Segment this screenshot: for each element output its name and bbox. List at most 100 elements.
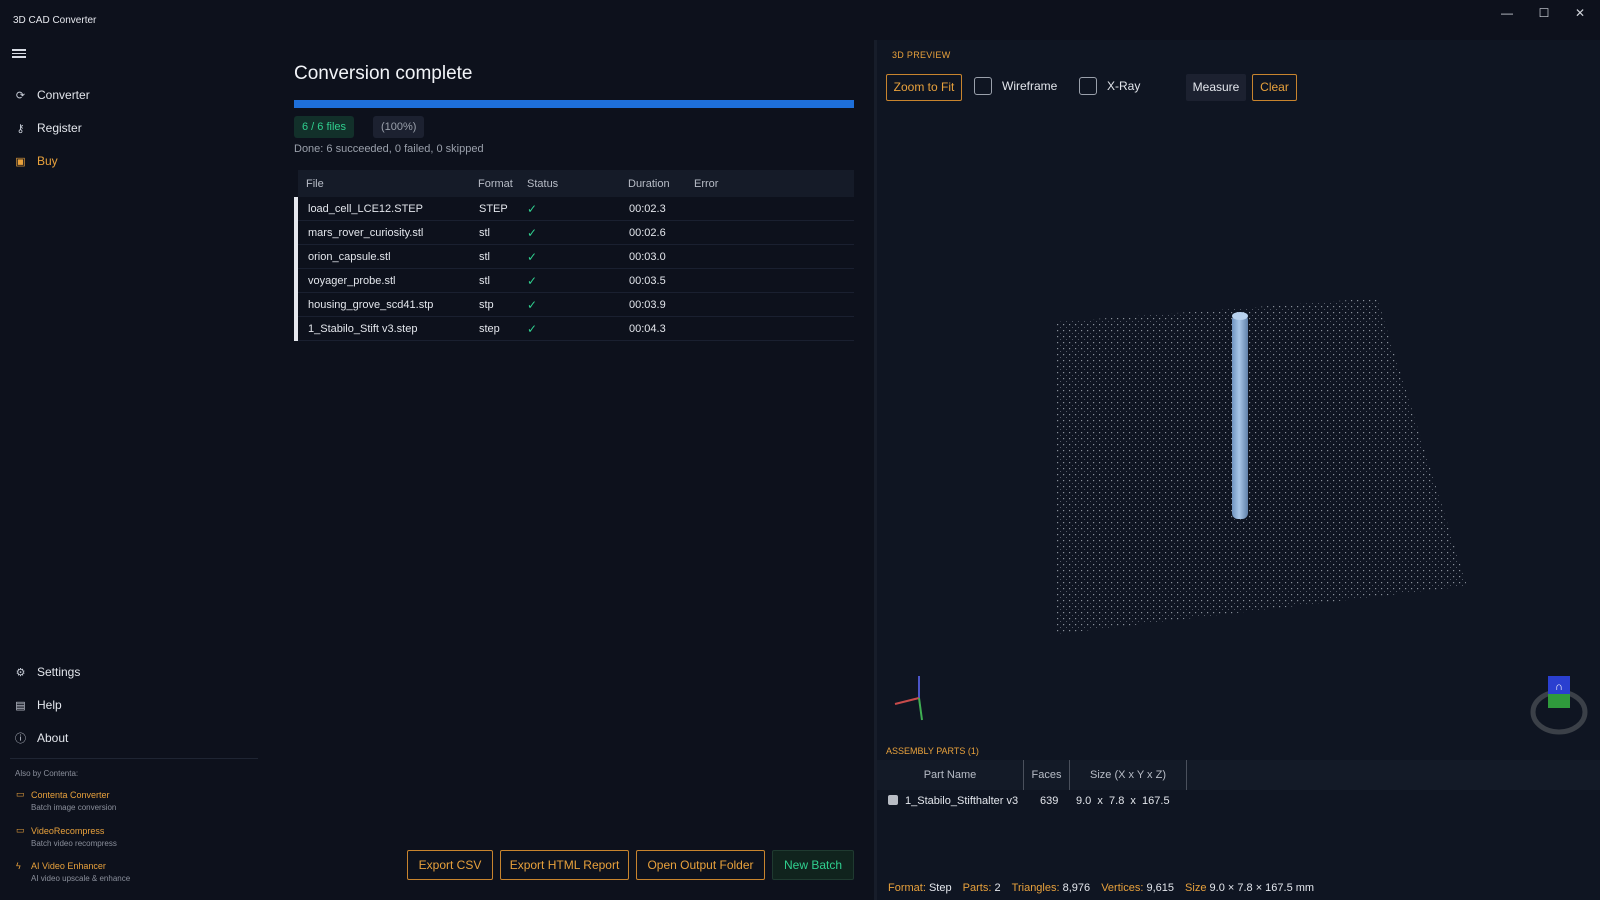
promo-contenta-converter[interactable]: ▭ Contenta Converter Batch image conversi… — [16, 789, 116, 812]
progress-bar-fill — [294, 100, 854, 108]
cell-file: load_cell_LCE12.STEP — [308, 202, 423, 215]
percent-badge: (100%) — [373, 116, 425, 138]
cell-duration: 00:02.6 — [629, 226, 666, 239]
table-header: File Format Status Duration Error — [298, 170, 854, 197]
table-row[interactable]: mars_rover_curiosity.stl stl ✓ 00:02.6 — [298, 221, 854, 245]
promo-subtitle: AI video upscale & enhance — [31, 874, 131, 883]
cell-file: voyager_probe.stl — [308, 274, 396, 287]
cell-file: orion_capsule.stl — [308, 250, 391, 263]
status-vertices-key: Vertices: — [1101, 882, 1144, 894]
cell-duration: 00:03.9 — [629, 298, 666, 311]
cell-format: step — [479, 322, 500, 335]
table-row[interactable]: voyager_probe.stl stl ✓ 00:03.5 — [298, 269, 854, 293]
part-name: 1_Stabilo_Stifthalter v3 — [905, 795, 1019, 807]
check-icon: ✓ — [527, 201, 538, 216]
check-icon: ✓ — [527, 297, 538, 312]
zoom-to-fit-button[interactable]: Zoom to Fit — [886, 74, 962, 101]
book-icon: ▤ — [15, 699, 26, 712]
part-color-swatch[interactable] — [888, 795, 898, 805]
cell-format: STEP — [479, 202, 508, 215]
sidebar-item-label: Converter — [37, 88, 90, 102]
header-faces[interactable]: Faces — [1024, 760, 1070, 790]
table-row[interactable]: orion_capsule.stl stl ✓ 00:03.0 — [298, 245, 854, 269]
status-vertices-value: 9,615 — [1146, 882, 1174, 894]
cell-duration: 00:04.3 — [629, 322, 666, 335]
sidebar-item-label: Help — [37, 698, 62, 712]
files-count-badge: 6 / 6 files — [294, 116, 355, 138]
sidebar-item-settings[interactable]: ⚙ Settings — [14, 662, 81, 682]
promo-videorecompress[interactable]: ▭ VideoRecompress Batch video recompress — [16, 825, 117, 848]
minimize-button[interactable]: — — [1490, 3, 1524, 23]
bag-icon: ▣ — [15, 155, 26, 168]
close-button[interactable]: ✕ — [1563, 3, 1597, 23]
cell-duration: 00:03.5 — [629, 274, 666, 287]
status-size-key: Size — [1185, 882, 1207, 894]
checkbox-box[interactable] — [1079, 77, 1097, 95]
app-title: 3D CAD Converter — [13, 15, 97, 26]
promo-subtitle: Batch video recompress — [31, 839, 117, 848]
status-format-value: Step — [928, 882, 952, 894]
checkbox-box[interactable] — [974, 77, 992, 95]
export-html-report-button[interactable]: Export HTML Report — [500, 850, 629, 880]
table-row[interactable]: housing_grove_scd41.stp stp ✓ 00:03.9 — [298, 293, 854, 317]
hamburger-icon[interactable] — [12, 47, 26, 61]
sidebar-item-register[interactable]: ⚷ Register — [14, 118, 81, 138]
cell-format: stp — [479, 298, 494, 311]
header-size[interactable]: Size (X x Y x Z) — [1070, 760, 1187, 790]
axis-triad — [894, 676, 923, 721]
check-icon: ✓ — [527, 249, 538, 264]
header-part-name[interactable]: Part Name — [877, 760, 1024, 790]
check-icon: ✓ — [527, 321, 538, 336]
sidebar-item-help[interactable]: ▤ Help — [14, 695, 62, 715]
open-output-folder-button[interactable]: Open Output Folder — [636, 850, 765, 880]
status-triangles-value: 8,976 — [1062, 882, 1091, 894]
3d-viewport[interactable]: ∩ — [877, 108, 1600, 738]
status-format-key: Format: — [888, 882, 926, 894]
table-row[interactable]: 1_Stabilo_Stift v3.step step ✓ 00:04.3 — [298, 317, 854, 341]
table-row[interactable]: load_cell_LCE12.STEP STEP ✓ 00:02.3 — [298, 197, 854, 221]
summary-text: Done: 6 succeeded, 0 failed, 0 skipped — [294, 143, 484, 155]
wireframe-checkbox[interactable]: Wireframe — [974, 77, 1057, 95]
cell-duration: 00:03.0 — [629, 250, 666, 263]
assembly-part-row[interactable]: 1_Stabilo_Stifthalter v3 639 9.0 x 7.8 x… — [886, 792, 1586, 812]
sidebar-item-buy[interactable]: ▣ Buy — [14, 151, 57, 171]
measure-button[interactable]: Measure — [1186, 74, 1246, 101]
pen-model — [1232, 314, 1248, 519]
header-file[interactable]: File — [306, 178, 324, 190]
promo-subtitle: Batch image conversion — [31, 803, 117, 812]
status-parts-value: 2 — [994, 882, 1001, 894]
cell-format: stl — [479, 250, 490, 263]
sidebar-item-about[interactable]: ⓘ About — [14, 728, 68, 748]
sidebar-item-converter[interactable]: ⟳ Converter — [14, 85, 90, 105]
assembly-count: (1) — [967, 746, 979, 756]
promo-title: AI Video Enhancer — [31, 861, 106, 871]
key-icon: ⚷ — [16, 122, 25, 135]
header-format[interactable]: Format — [478, 178, 513, 190]
export-csv-button[interactable]: Export CSV — [407, 850, 493, 880]
promo-ai-video-enhancer[interactable]: ϟ AI Video Enhancer AI video upscale & en… — [16, 861, 130, 883]
header-error[interactable]: Error — [694, 178, 718, 190]
maximize-button[interactable]: ☐ — [1527, 3, 1561, 23]
cell-format: stl — [479, 274, 490, 287]
assembly-label-text: ASSEMBLY PARTS — [886, 746, 966, 756]
sidebar-divider — [10, 758, 258, 759]
header-status[interactable]: Status — [527, 178, 558, 190]
wireframe-plane — [1055, 298, 1467, 634]
preview-status-bar: Format: Step Parts: 2 Triangles: 8,976 V… — [877, 877, 1600, 900]
bolt-icon: ϟ — [16, 861, 21, 871]
check-icon: ✓ — [527, 273, 538, 288]
svg-text:∩: ∩ — [1555, 681, 1563, 693]
part-size: 9.0 x 7.8 x 167.5 — [1076, 795, 1170, 807]
clear-button[interactable]: Clear — [1252, 74, 1297, 101]
page-title: Conversion complete — [294, 63, 473, 84]
sidebar-item-label: About — [37, 731, 69, 745]
part-faces: 639 — [1040, 795, 1059, 807]
new-batch-button[interactable]: New Batch — [772, 850, 854, 880]
cell-duration: 00:02.3 — [629, 202, 666, 215]
cell-file: housing_grove_scd41.stp — [308, 298, 434, 311]
assembly-parts-label: ASSEMBLY PARTS (1) — [886, 746, 979, 756]
sidebar-item-label: Settings — [37, 665, 81, 679]
header-duration[interactable]: Duration — [628, 178, 670, 190]
xray-checkbox[interactable]: X-Ray — [1079, 77, 1140, 95]
cell-format: stl — [479, 226, 490, 239]
